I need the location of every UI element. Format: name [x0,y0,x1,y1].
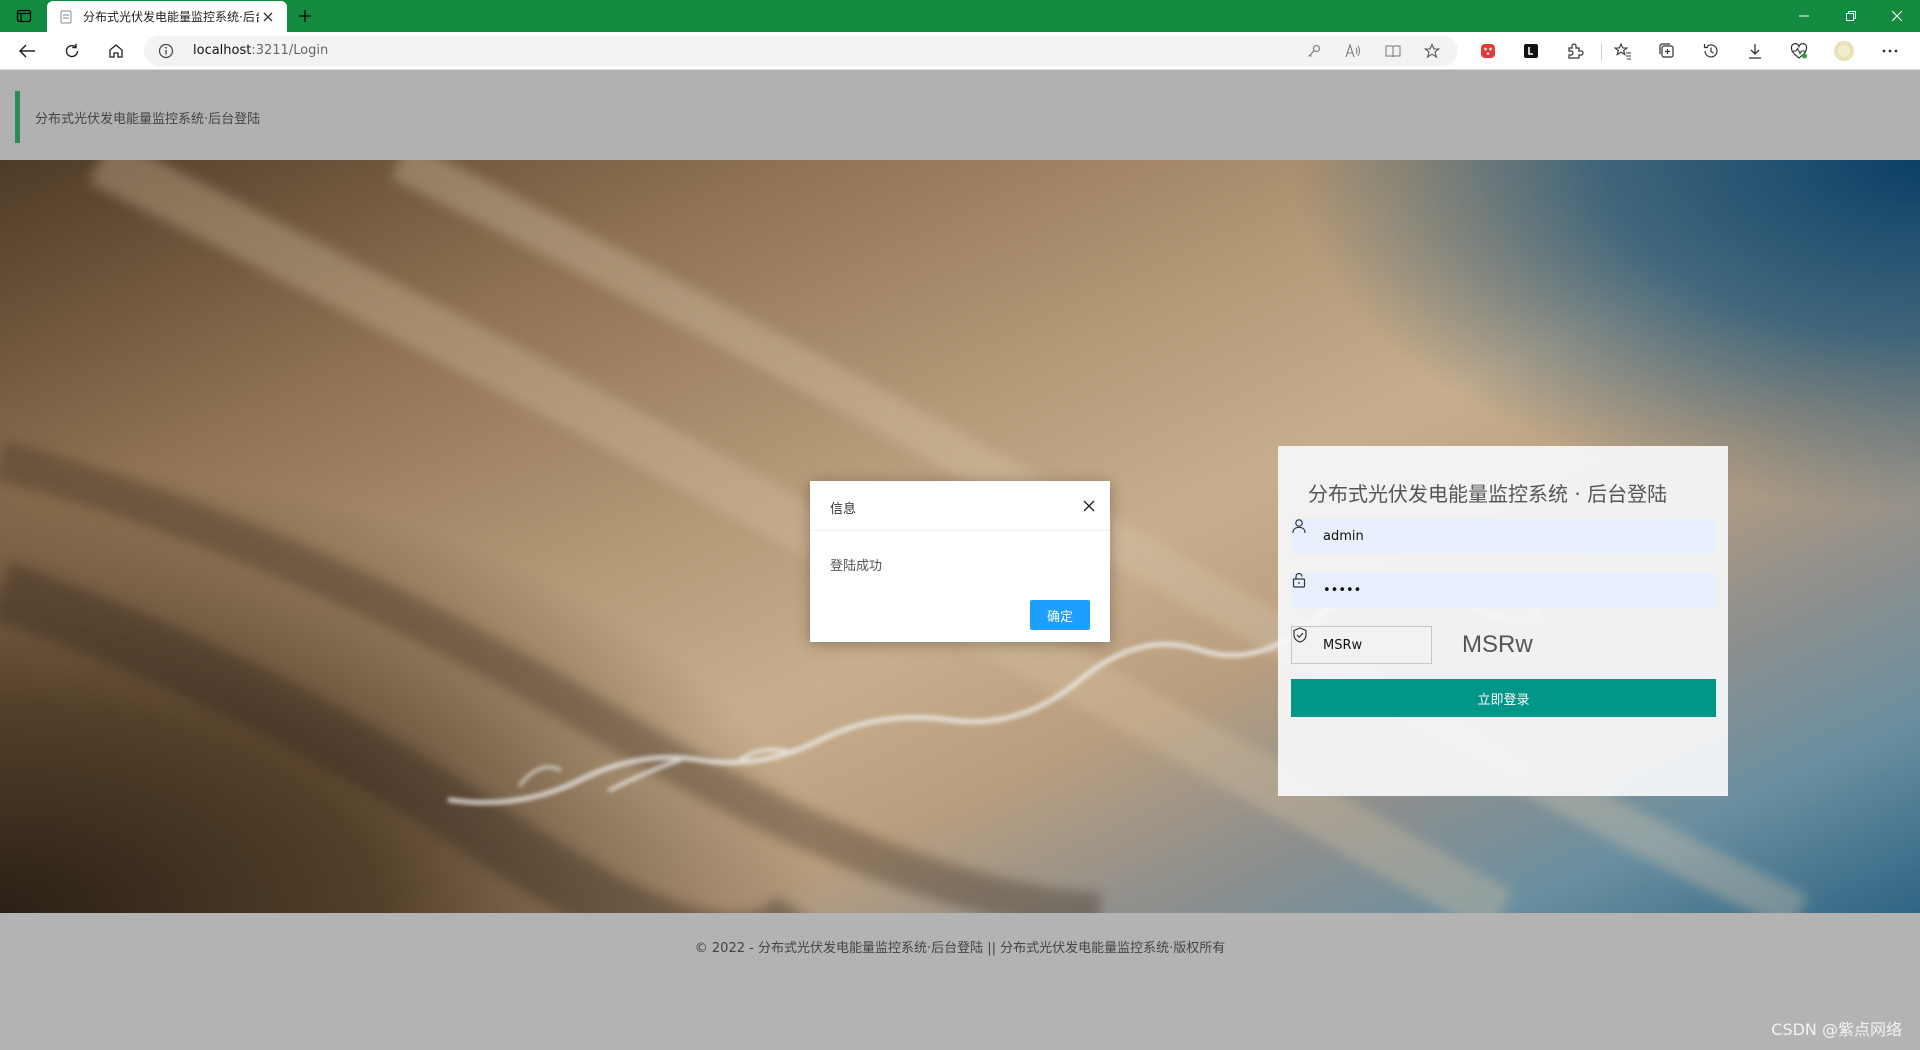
close-icon[interactable] [1080,497,1098,515]
password-input[interactable] [1323,575,1703,605]
login-button[interactable]: 立即登录 [1291,679,1716,717]
footer-copyright: © 2022 - 分布式光伏发电能量监控系统·后台登陆 || 分布式光伏发电能量… [694,941,1226,956]
extensions-puzzle-icon[interactable] [1563,40,1587,62]
read-aloud-icon[interactable] [1343,42,1363,60]
refresh-icon[interactable] [59,39,85,63]
immersive-reader-icon[interactable] [1383,42,1403,60]
dialog-header: 信息 [810,481,1110,531]
login-card: 分布式光伏发电能量监控系统 · 后台登陆 MSRw 立即登录 [1278,446,1728,796]
tab-close-icon[interactable] [259,8,277,26]
minimize-icon[interactable] [1784,4,1824,28]
address-bar: localhost:3211/Login [0,32,1920,70]
captcha-image[interactable]: MSRw [1462,631,1533,659]
downloads-icon[interactable] [1743,40,1767,62]
tab-title: 分布式光伏发电能量监控系统·后台登陆 [83,10,259,24]
header-title: 分布式光伏发电能量监控系统·后台登陆 [35,112,261,127]
extension-red-icon[interactable] [1476,40,1500,62]
confirm-button[interactable]: 确定 [1030,600,1090,630]
password-field[interactable] [1291,572,1716,608]
dialog-message: 登陆成功 [830,559,883,574]
performance-icon[interactable] [1787,40,1811,62]
toolbar-separator [1601,44,1602,60]
page-header: 分布式光伏发电能量监控系统·后台登陆 [0,70,1920,160]
browser-tab-active[interactable]: 分布式光伏发电能量监控系统·后台登陆 [47,1,287,32]
login-title: 分布式光伏发电能量监控系统 · 后台登陆 [1308,482,1668,506]
user-icon [1292,519,1319,547]
tab-actions-icon[interactable] [11,7,37,25]
shield-icon [1293,627,1319,656]
more-options-icon[interactable] [1878,40,1902,62]
favorite-star-icon[interactable] [1422,42,1442,60]
profile-avatar-icon[interactable] [1832,40,1856,62]
home-icon[interactable] [103,39,129,63]
back-icon[interactable] [14,39,40,63]
watermark: CSDN @紫点网络 [1771,1020,1902,1039]
page-footer: © 2022 - 分布式光伏发电能量监控系统·后台登陆 || 分布式光伏发电能量… [0,913,1920,1050]
key-icon[interactable] [1304,42,1324,60]
url-text: localhost:3211/Login [193,43,329,58]
collections-icon[interactable] [1655,40,1679,62]
username-field[interactable] [1291,518,1716,554]
header-accent-bar [15,91,20,143]
history-icon[interactable] [1699,40,1723,62]
username-input[interactable] [1323,521,1703,551]
favorites-icon[interactable] [1611,40,1635,62]
new-tab-icon[interactable] [294,5,316,27]
restore-icon[interactable] [1831,4,1871,28]
close-window-icon[interactable] [1877,4,1917,28]
captcha-input[interactable] [1323,630,1423,660]
info-dialog: 信息 登陆成功 确定 [810,481,1110,642]
dialog-title: 信息 [830,502,857,517]
site-info-icon[interactable] [158,43,174,59]
extension-dark-icon[interactable] [1519,40,1543,62]
captcha-field[interactable] [1291,626,1432,664]
page-favicon-icon [60,10,72,23]
lock-icon [1292,572,1319,601]
url-field[interactable]: localhost:3211/Login [144,36,1458,66]
browser-tab-bar: 分布式光伏发电能量监控系统·后台登陆 [0,0,1920,32]
